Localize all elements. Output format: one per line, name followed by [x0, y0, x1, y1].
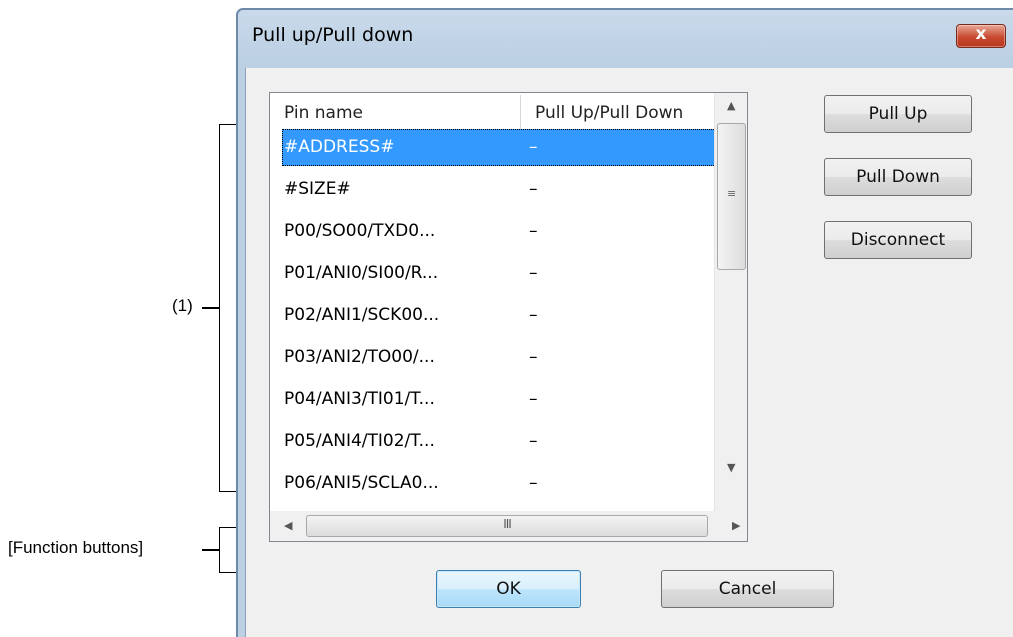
pin-list[interactable]: Pin name Pull Up/Pull Down #ADDRESS# – #… — [269, 92, 748, 542]
pull-value: – — [529, 431, 538, 451]
scroll-left-icon[interactable]: ◀ — [284, 519, 292, 532]
list-item[interactable]: P06/ANI5/SCLA0... – — [270, 465, 747, 502]
cancel-button[interactable]: Cancel — [661, 570, 834, 608]
pin-name: P06/ANI5/SCLA0... — [284, 473, 439, 493]
scroll-up-icon[interactable]: ▲ — [727, 99, 735, 112]
pull-value: – — [529, 137, 538, 157]
list-item[interactable]: P03/ANI2/TO00/... – — [270, 339, 747, 376]
close-icon: x — [975, 24, 987, 44]
list-item[interactable]: #SIZE# – — [270, 171, 747, 208]
dialog-title: Pull up/Pull down — [252, 24, 414, 46]
pin-name: #SIZE# — [284, 179, 351, 199]
dialog-client-area: Pin name Pull Up/Pull Down #ADDRESS# – #… — [245, 68, 1013, 637]
pull-value: – — [529, 347, 538, 367]
pin-name: P05/ANI4/TI02/T... — [284, 431, 435, 451]
ok-button[interactable]: OK — [436, 570, 581, 608]
list-item[interactable]: #ADDRESS# – — [270, 129, 747, 166]
grip-icon: III — [503, 517, 512, 531]
list-bracket — [219, 124, 236, 492]
pin-name: P03/ANI2/TO00/... — [284, 347, 435, 367]
pull-value: – — [529, 179, 538, 199]
pin-name: P02/ANI1/SCK00... — [284, 305, 440, 325]
scroll-right-icon[interactable]: ▶ — [732, 519, 740, 532]
horizontal-scrollbar[interactable]: ◀ III ▶ — [270, 511, 747, 541]
list-item[interactable]: P02/ANI1/SCK00... – — [270, 297, 747, 334]
scroll-down-icon[interactable]: ▼ — [727, 461, 735, 474]
pull-down-button[interactable]: Pull Down — [824, 158, 972, 196]
list-item[interactable]: P01/ANI0/SI00/R... – — [270, 255, 747, 292]
list-annotation-label: (1) — [172, 296, 193, 315]
pin-name: P00/SO00/TXD0... — [284, 221, 436, 241]
pin-name: P01/ANI0/SI00/R... — [284, 263, 439, 283]
buttons-bracket-tick — [202, 549, 219, 551]
close-button[interactable]: x — [956, 24, 1006, 48]
disconnect-button[interactable]: Disconnect — [824, 221, 972, 259]
pull-value: – — [529, 221, 538, 241]
list-item[interactable]: P00/SO00/TXD0... – — [270, 213, 747, 250]
function-buttons-annotation-label: [Function buttons] — [8, 538, 144, 557]
column-header-pin-name[interactable]: Pin name — [270, 93, 520, 129]
pull-value: – — [529, 305, 538, 325]
title-bar[interactable]: Pull up/Pull down x — [238, 10, 1013, 68]
pull-value: – — [529, 263, 538, 283]
pull-up-pull-down-dialog: Pull up/Pull down x Pin name Pull Up/Pul… — [236, 8, 1013, 637]
vertical-scroll-thumb[interactable]: ≡ — [717, 123, 746, 270]
horizontal-scroll-thumb[interactable]: III — [306, 515, 708, 537]
list-header: Pin name Pull Up/Pull Down — [270, 93, 747, 129]
list-item[interactable]: P05/ANI4/TI02/T... – — [270, 423, 747, 460]
vertical-scrollbar[interactable]: ▲ ≡ ▼ — [714, 93, 747, 511]
pull-up-button[interactable]: Pull Up — [824, 95, 972, 133]
pull-value: – — [529, 473, 538, 493]
pull-value: – — [529, 389, 538, 409]
buttons-bracket — [219, 527, 236, 573]
list-item[interactable]: P04/ANI3/TI01/T... – — [270, 381, 747, 418]
pin-name: #ADDRESS# — [284, 137, 395, 157]
list-bracket-tick — [202, 307, 219, 309]
grip-icon: ≡ — [727, 187, 737, 200]
pin-name: P04/ANI3/TI01/T... — [284, 389, 435, 409]
